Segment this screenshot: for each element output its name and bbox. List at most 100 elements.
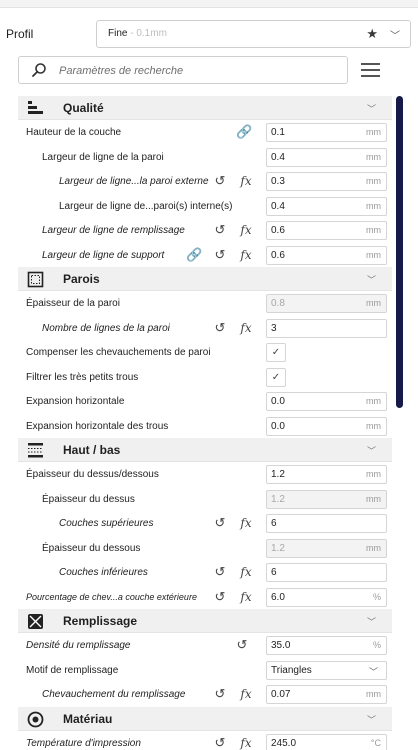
- scrollbar[interactable]: [396, 96, 403, 408]
- chevron-down-icon: ﹀: [366, 104, 376, 114]
- setting-row: Nombre de lignes de la paroi ↺ fx 3: [18, 316, 392, 341]
- setting-checkbox[interactable]: ✓: [266, 367, 286, 387]
- top-strip: [0, 0, 418, 8]
- setting-field[interactable]: 0.4 mm: [266, 147, 387, 167]
- category-haut-bas[interactable]: Haut / bas ﹀: [18, 438, 392, 462]
- setting-row: Motif de remplissage Triangles ﹀: [18, 658, 392, 683]
- function-icon[interactable]: fx: [238, 173, 254, 189]
- setting-row: Filtrer les très petits trous ✓: [18, 365, 392, 390]
- setting-row: Épaisseur de la paroi 0.8 mm: [18, 291, 392, 316]
- star-icon[interactable]: ★: [366, 26, 378, 42]
- chevron-down-icon: ﹀: [366, 714, 376, 725]
- setting-field[interactable]: 0.6 mm: [266, 221, 387, 240]
- reset-icon[interactable]: ↺: [212, 320, 228, 336]
- search-icon: [32, 63, 46, 77]
- setting-field[interactable]: 0.3 mm: [266, 172, 387, 191]
- function-icon[interactable]: fx: [238, 564, 254, 580]
- function-icon[interactable]: fx: [238, 515, 254, 531]
- function-icon[interactable]: fx: [238, 589, 254, 605]
- function-icon[interactable]: fx: [238, 247, 254, 263]
- setting-field[interactable]: 1.2 mm: [266, 489, 387, 509]
- setting-field[interactable]: 1.2 mm: [266, 465, 387, 484]
- profile-select[interactable]: Fine - 0.1mm ★ ﹀: [96, 20, 411, 48]
- setting-field[interactable]: 0.0 mm: [266, 392, 387, 411]
- search-placeholder: Paramètres de recherche: [59, 65, 184, 77]
- setting-row: Chevauchement du remplissage ↺ fx 0.07 mm: [18, 682, 392, 707]
- setting-row: Épaisseur du dessus/dessous 1.2 mm: [18, 462, 392, 487]
- function-icon[interactable]: fx: [238, 686, 254, 702]
- setting-row: Pourcentage de chev...a couche extérieur…: [18, 585, 392, 610]
- category-remplissage[interactable]: Remplissage ﹀: [18, 609, 392, 633]
- setting-label: Largeur de ligne de remplissage: [42, 225, 185, 236]
- reset-icon[interactable]: ↺: [212, 222, 228, 238]
- link-icon: 🔗: [236, 124, 253, 139]
- setting-row: Largeur de ligne de remplissage ↺ fx 0.6…: [18, 218, 392, 243]
- setting-label: Largeur de ligne de...paroi(s) interne(s…: [59, 200, 233, 212]
- setting-row: Couches supérieures ↺ fx 6: [18, 511, 392, 536]
- setting-row: Épaisseur du dessous 1.2 mm: [18, 536, 392, 561]
- chevron-down-icon: ﹀: [366, 275, 376, 285]
- category-title: Qualité: [63, 101, 104, 115]
- quality-icon: [28, 101, 43, 114]
- setting-label: Épaisseur de la paroi: [26, 298, 120, 309]
- setting-dropdown[interactable]: Triangles ﹀: [266, 660, 387, 680]
- category-qualite[interactable]: Qualité ﹀: [18, 96, 392, 120]
- setting-label: Expansion horizontale: [26, 396, 125, 407]
- setting-row: Largeur de ligne...la paroi externe ↺ fx…: [18, 169, 392, 194]
- profile-sub: - 0.1mm: [127, 28, 167, 39]
- setting-row: Largeur de ligne de support 🔗 ↺ fx 0.6 mm: [18, 243, 392, 268]
- setting-field[interactable]: 3: [266, 318, 387, 338]
- reset-icon[interactable]: ↺: [212, 686, 228, 702]
- chevron-down-icon: ﹀: [366, 446, 376, 456]
- reset-icon[interactable]: ↺: [212, 564, 228, 580]
- setting-row: Température d'impression ↺ fx 245.0 °C: [18, 731, 392, 750]
- setting-label: Compenser les chevauchements de paroi: [26, 347, 211, 358]
- setting-field[interactable]: 0.1 mm: [266, 123, 387, 142]
- category-title: Parois: [63, 272, 100, 286]
- setting-field[interactable]: 245.0 °C: [266, 733, 387, 750]
- setting-field[interactable]: 0.07 mm: [266, 685, 387, 704]
- setting-field[interactable]: 0.4 mm: [266, 196, 387, 216]
- setting-field[interactable]: 1.2 mm: [266, 538, 387, 558]
- setting-label: Hauteur de la couche: [26, 127, 122, 138]
- category-title: Haut / bas: [63, 443, 121, 457]
- setting-field[interactable]: 0.8 mm: [266, 294, 387, 313]
- reset-icon[interactable]: ↺: [212, 589, 228, 605]
- setting-label: Épaisseur du dessous: [42, 542, 141, 554]
- setting-label: Épaisseur du dessus: [42, 493, 135, 505]
- setting-label: Expansion horizontale des trous: [26, 420, 169, 432]
- setting-field[interactable]: 6: [266, 563, 387, 582]
- setting-label: Couches inférieures: [59, 567, 148, 578]
- function-icon[interactable]: fx: [238, 735, 254, 750]
- setting-label: Motif de remplissage: [26, 664, 119, 676]
- profile-value: Fine - 0.1mm: [108, 28, 167, 39]
- setting-field[interactable]: 0.6 mm: [266, 245, 387, 265]
- profile-row: Profil Fine - 0.1mm ★ ﹀: [0, 18, 418, 50]
- setting-label: Largeur de ligne de la paroi: [42, 151, 164, 163]
- category-materiau[interactable]: Matériau ﹀: [18, 706, 392, 731]
- reset-icon[interactable]: ↺: [212, 247, 228, 263]
- reset-icon[interactable]: ↺: [212, 515, 228, 531]
- setting-field[interactable]: 6.0%: [266, 587, 387, 607]
- setting-label: Largeur de ligne de support: [42, 249, 165, 261]
- function-icon[interactable]: fx: [238, 222, 254, 238]
- category-title: Remplissage: [63, 614, 138, 628]
- setting-field[interactable]: 6: [266, 514, 387, 533]
- setting-field[interactable]: 35.0%: [266, 636, 387, 655]
- category-parois[interactable]: Parois ﹀: [18, 267, 392, 291]
- reset-icon[interactable]: ↺: [212, 173, 228, 189]
- setting-checkbox[interactable]: ✓: [266, 343, 286, 362]
- setting-row: Expansion horizontale 0.0 mm: [18, 389, 392, 414]
- chevron-down-icon: ﹀: [366, 617, 376, 627]
- walls-icon: [27, 271, 44, 288]
- setting-row: Hauteur de la couche 🔗 0.1 mm: [18, 120, 392, 145]
- setting-field[interactable]: 0.0 mm: [266, 416, 387, 436]
- function-icon[interactable]: fx: [238, 320, 254, 336]
- link-icon: 🔗: [186, 246, 203, 262]
- menu-icon[interactable]: [360, 61, 382, 79]
- reset-icon[interactable]: ↺: [234, 637, 250, 653]
- chevron-down-icon: ﹀: [368, 666, 378, 677]
- settings-panel: Qualité ﹀ Hauteur de la couche 🔗 0.1 mm L…: [18, 96, 392, 750]
- search-input[interactable]: Paramètres de recherche: [18, 56, 348, 84]
- reset-icon[interactable]: ↺: [212, 735, 228, 750]
